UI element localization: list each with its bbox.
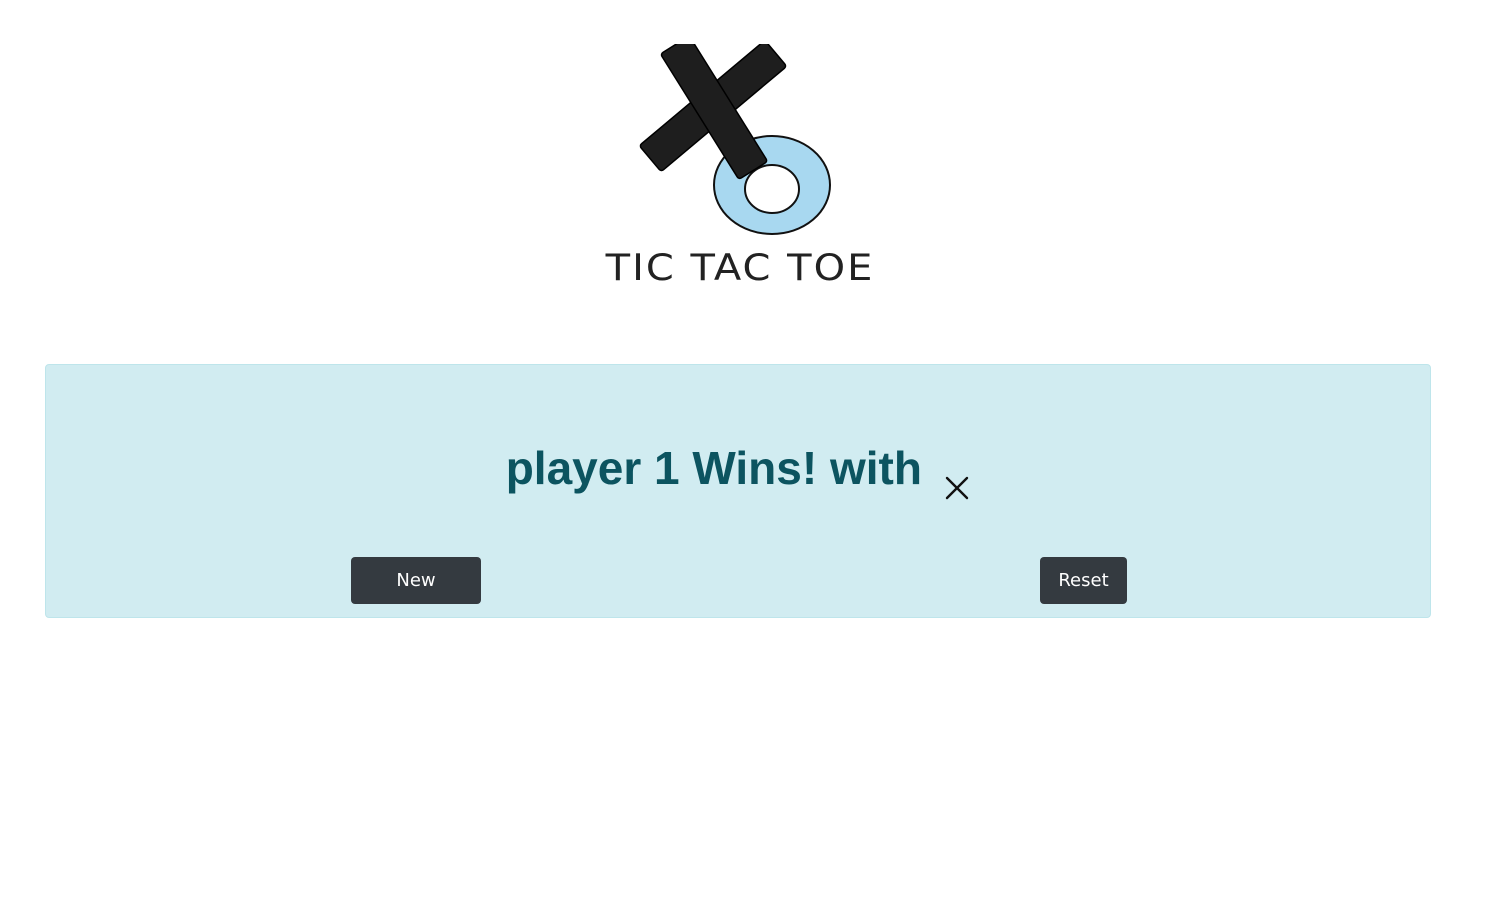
result-alert: player 1 Wins! with New Game Reset bbox=[45, 364, 1431, 638]
reset-button[interactable]: Reset bbox=[1040, 557, 1127, 604]
winner-text: player 1 Wins! with bbox=[505, 442, 922, 494]
x-mark-icon bbox=[944, 459, 970, 500]
game-logo: TIC TAC TOE bbox=[585, 44, 895, 294]
logo-title: TIC TAC TOE bbox=[605, 246, 875, 290]
x-o-logo-icon bbox=[639, 44, 831, 235]
result-message: player 1 Wins! with bbox=[46, 433, 1430, 501]
new-game-button[interactable]: New Game bbox=[351, 557, 481, 638]
